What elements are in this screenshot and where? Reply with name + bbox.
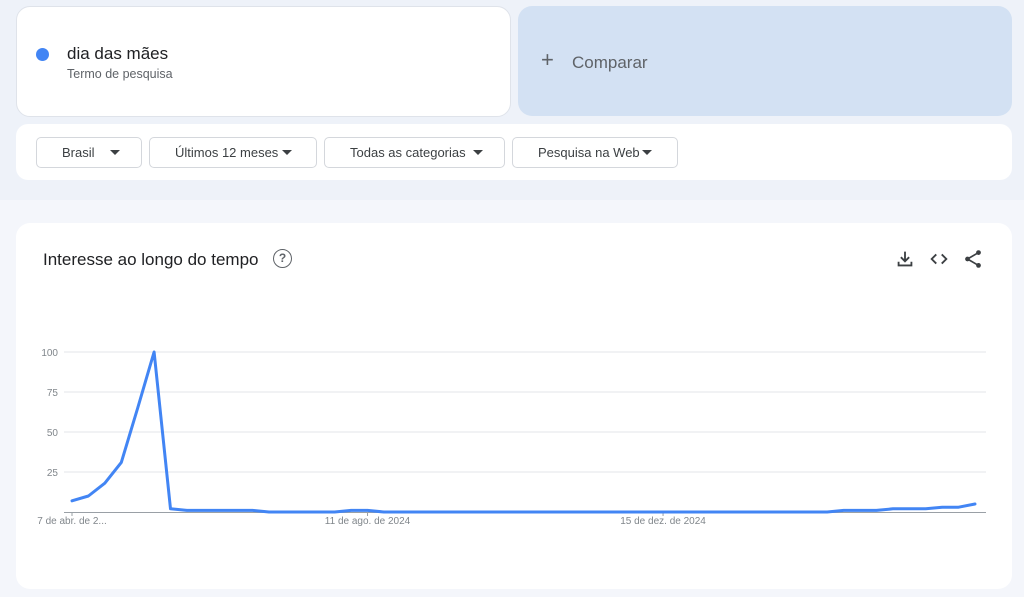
search-term-subtitle: Termo de pesquisa	[67, 67, 173, 81]
filter-search-type-dropdown[interactable]: Pesquisa na Web	[512, 137, 678, 168]
help-circle-icon[interactable]: ?	[273, 249, 292, 268]
chart-section-title: Interesse ao longo do tempo	[43, 250, 259, 269]
filter-category-label: Todas as categorias	[350, 145, 466, 160]
filter-region-dropdown[interactable]: Brasil	[36, 137, 142, 168]
plus-icon: +	[541, 47, 554, 72]
search-term-card[interactable]: dia das mães Termo de pesquisa	[16, 6, 511, 117]
compare-label: Comparar	[572, 53, 648, 72]
compare-button[interactable]: + Comparar	[518, 6, 1012, 116]
caret-down-icon	[110, 150, 120, 155]
embed-code-icon[interactable]	[928, 248, 950, 270]
filter-search-type-label: Pesquisa na Web	[538, 145, 640, 160]
series-color-dot	[36, 48, 49, 61]
search-term-name[interactable]: dia das mães	[67, 44, 168, 64]
caret-down-icon	[473, 150, 483, 155]
filter-period-label: Últimos 12 meses	[175, 145, 279, 160]
caret-down-icon	[282, 150, 292, 155]
filter-category-dropdown[interactable]: Todas as categorias	[324, 137, 505, 168]
download-icon[interactable]	[894, 248, 916, 270]
share-icon[interactable]	[962, 248, 984, 270]
interest-over-time-card: Interesse ao longo do tempo ?	[16, 223, 1012, 589]
filter-region-label: Brasil	[62, 145, 95, 160]
filter-period-dropdown[interactable]: Últimos 12 meses	[149, 137, 317, 168]
caret-down-icon	[642, 150, 652, 155]
filter-bar: Brasil Últimos 12 meses Todas as categor…	[16, 124, 1012, 180]
